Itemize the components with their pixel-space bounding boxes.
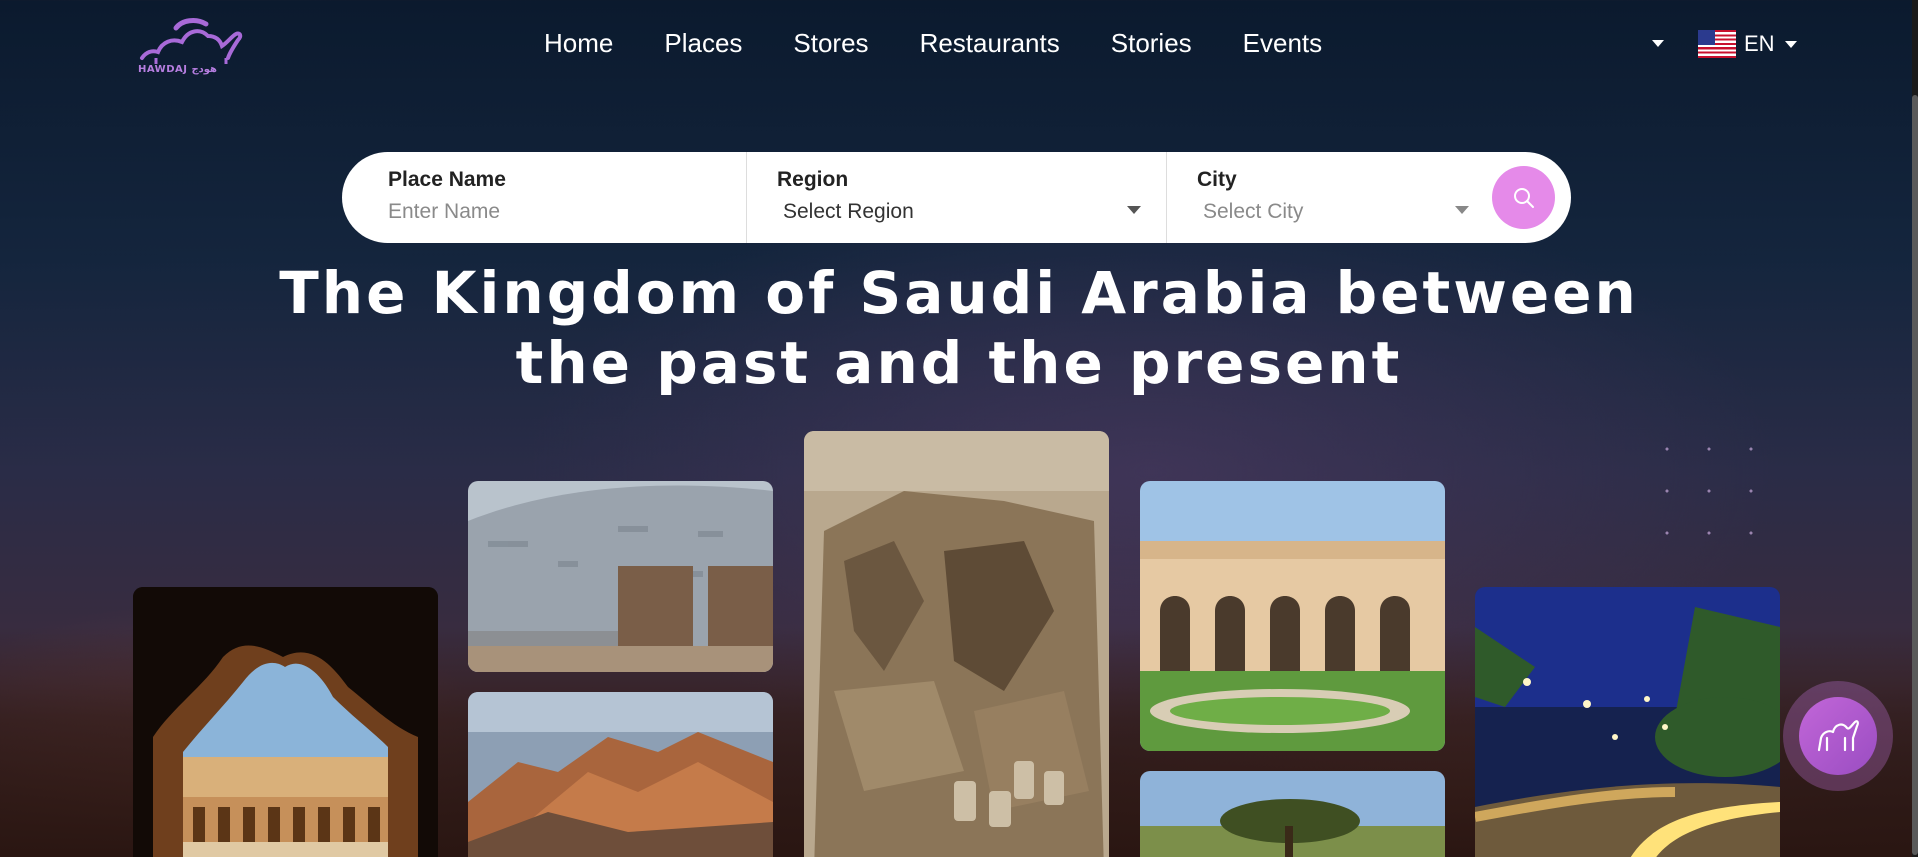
place-name-label: Place Name (388, 168, 506, 191)
region-caret-down-icon (1127, 206, 1141, 214)
camel-chat-icon (1817, 720, 1859, 752)
ruins-image (804, 431, 1109, 857)
region-select[interactable]: Select Region (777, 200, 1166, 224)
us-flag-icon (1698, 30, 1736, 58)
photo-card-mountains[interactable] (468, 692, 773, 857)
nav-stories[interactable]: Stories (1111, 28, 1192, 59)
arch-courtyard-image (133, 587, 438, 857)
night-park-image (1475, 587, 1780, 857)
place-name-field: Place Name (342, 152, 747, 243)
account-dropdown-caret-icon[interactable] (1652, 40, 1664, 47)
main-nav: Home Places Stores Restaurants Stories E… (544, 28, 1373, 59)
photo-card-museum[interactable] (468, 481, 773, 672)
hero-title-line1: The Kingdom of Saudi Arabia between (279, 259, 1639, 327)
tree-image (1140, 771, 1445, 857)
decorative-dot-grid (1646, 428, 1786, 568)
city-label: City (1197, 168, 1237, 191)
nav-places[interactable]: Places (664, 28, 742, 59)
nav-stores[interactable]: Stores (793, 28, 868, 59)
camel-logo-icon (140, 18, 243, 64)
header: HAWDAJ هودج Home Places Stores Restauran… (0, 0, 1918, 92)
brand-logo[interactable]: HAWDAJ هودج (136, 16, 246, 80)
nav-restaurants[interactable]: Restaurants (920, 28, 1060, 59)
city-field[interactable]: City Select City (1167, 152, 1487, 243)
city-caret-down-icon (1455, 206, 1469, 214)
language-selector[interactable]: EN (1698, 30, 1797, 58)
place-name-input[interactable] (388, 200, 688, 224)
caret-down-icon (1784, 40, 1797, 48)
vertical-scrollbar[interactable] (1912, 0, 1918, 857)
photo-card-tree[interactable] (1140, 771, 1445, 857)
search-icon (1513, 187, 1534, 208)
nav-home[interactable]: Home (544, 28, 613, 59)
region-field[interactable]: Region Select Region (747, 152, 1167, 243)
language-label: EN (1744, 31, 1775, 56)
museum-image (468, 481, 773, 672)
hero-title: The Kingdom of Saudi Arabia between the … (259, 258, 1659, 398)
logo-text: HAWDAJ هودج (138, 64, 217, 75)
hero-title-line2: the past and the present (515, 329, 1403, 397)
region-label: Region (777, 168, 849, 191)
photo-card-ruins[interactable] (804, 431, 1109, 857)
camel-chat-button[interactable] (1799, 697, 1877, 775)
search-button[interactable] (1492, 166, 1555, 229)
mountains-image (468, 692, 773, 857)
photo-card-arched-building[interactable] (1140, 481, 1445, 751)
scrollbar-thumb[interactable] (1912, 95, 1918, 855)
nav-events[interactable]: Events (1243, 28, 1323, 59)
photo-card-night-park[interactable] (1475, 587, 1780, 857)
search-bar: Place Name Region Select Region City Sel… (342, 152, 1571, 243)
photo-card-arch-courtyard[interactable] (133, 587, 438, 857)
arched-building-image (1140, 481, 1445, 751)
city-select[interactable]: Select City (1197, 200, 1487, 224)
